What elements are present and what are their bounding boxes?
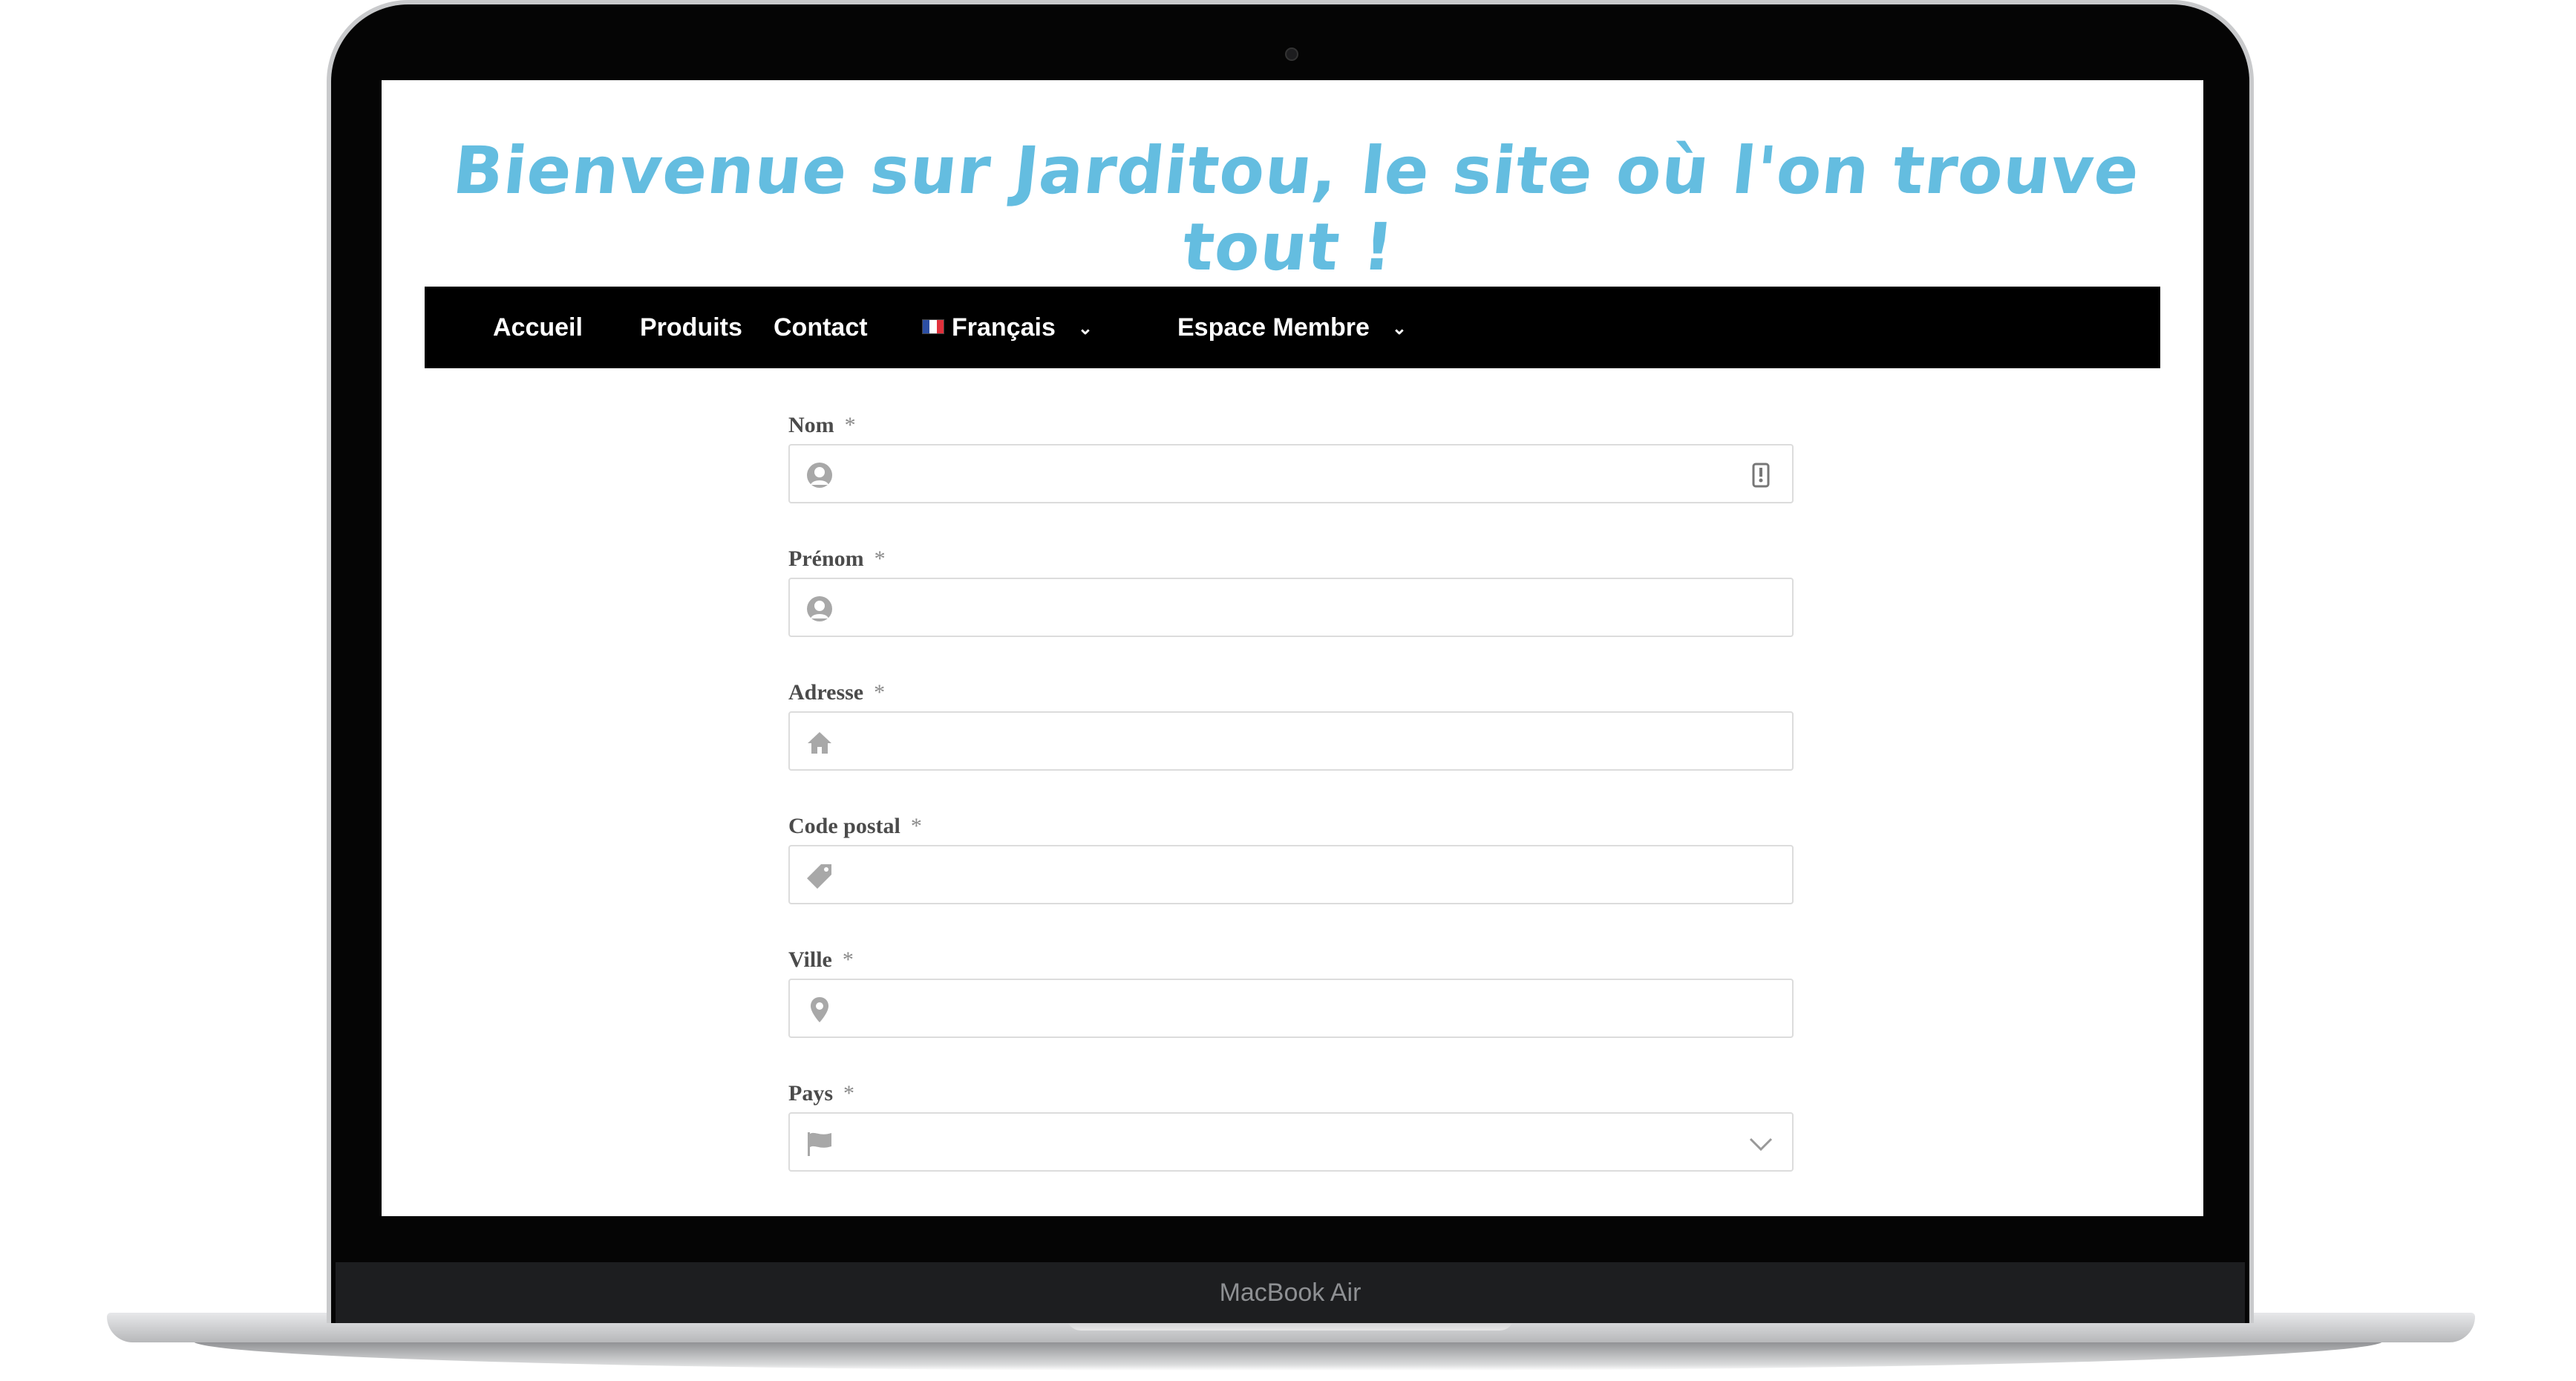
- nav-item-label: Produits: [640, 313, 742, 342]
- home-icon: [808, 732, 831, 754]
- ville-input-wrapper[interactable]: [788, 979, 1794, 1038]
- nav-item-produits[interactable]: Produits: [640, 287, 742, 368]
- model-label: MacBook Air: [1219, 1279, 1361, 1307]
- field-label-nom: Nom *: [788, 413, 856, 438]
- prenom-input[interactable]: [852, 585, 1731, 631]
- autofill-icon: [1752, 463, 1770, 488]
- nav-item-contact[interactable]: Contact: [774, 287, 868, 368]
- field-label-prenom: Prénom *: [788, 546, 886, 572]
- required-mark: *: [843, 1081, 854, 1106]
- laptop-base-shadow: [193, 1341, 2383, 1371]
- label-text: Adresse: [788, 680, 864, 705]
- tag-icon: [807, 864, 831, 889]
- adresse-input[interactable]: [852, 719, 1731, 765]
- camera-icon: [1285, 48, 1298, 61]
- chevron-down-icon: [1749, 1137, 1773, 1152]
- chevron-down-icon: ⌄: [1077, 319, 1093, 339]
- required-mark: *: [910, 814, 922, 838]
- france-flag-icon: [922, 319, 944, 335]
- nav-item-label: Contact: [774, 313, 868, 342]
- chevron-down-icon: ⌄: [1391, 319, 1408, 339]
- prenom-input-wrapper[interactable]: [788, 578, 1794, 637]
- nav-item-label: Espace Membre: [1177, 313, 1370, 342]
- nav-item-accueil[interactable]: Accueil: [493, 287, 583, 368]
- nav-item-label: Français: [952, 313, 1056, 342]
- user-icon: [807, 463, 832, 488]
- nav-item-language[interactable]: Français ⌄: [922, 287, 1093, 368]
- nom-input-wrapper[interactable]: [788, 444, 1794, 503]
- pays-select-value: [852, 1120, 1728, 1164]
- required-mark: *: [844, 413, 856, 437]
- label-text: Nom: [788, 413, 834, 437]
- required-mark: *: [842, 947, 854, 972]
- label-text: Code postal: [788, 814, 900, 838]
- field-label-adresse: Adresse *: [788, 680, 885, 705]
- nom-input[interactable]: [852, 451, 1731, 497]
- label-text: Prénom: [788, 546, 864, 571]
- flag-icon: [808, 1132, 831, 1156]
- site-title: Bienvenue sur Jarditou, le site où l'on …: [449, 132, 2144, 285]
- code-postal-input[interactable]: [852, 852, 1731, 898]
- label-text: Ville: [788, 947, 832, 972]
- pays-select[interactable]: [788, 1112, 1794, 1172]
- field-label-pays: Pays *: [788, 1081, 854, 1106]
- adresse-input-wrapper[interactable]: [788, 711, 1794, 771]
- browser-viewport: Bienvenue sur Jarditou, le site où l'on …: [382, 80, 2203, 1216]
- ville-input[interactable]: [852, 986, 1731, 1032]
- required-mark: *: [874, 546, 886, 571]
- nav-item-label: Accueil: [493, 313, 583, 342]
- user-icon: [807, 596, 832, 621]
- nav-item-espace-membre[interactable]: Espace Membre ⌄: [1177, 287, 1407, 368]
- field-label-ville: Ville *: [788, 947, 854, 973]
- main-navbar: Accueil Produits Contact Français ⌄ Espac…: [425, 287, 2160, 368]
- field-label-code-postal: Code postal *: [788, 814, 922, 839]
- map-pin-icon: [811, 997, 828, 1022]
- required-mark: *: [874, 680, 886, 705]
- laptop-mockup: MacBook Air Bienvenue sur Jarditou, le s…: [0, 0, 2576, 1381]
- label-text: Pays: [788, 1081, 833, 1106]
- code-postal-input-wrapper[interactable]: [788, 845, 1794, 904]
